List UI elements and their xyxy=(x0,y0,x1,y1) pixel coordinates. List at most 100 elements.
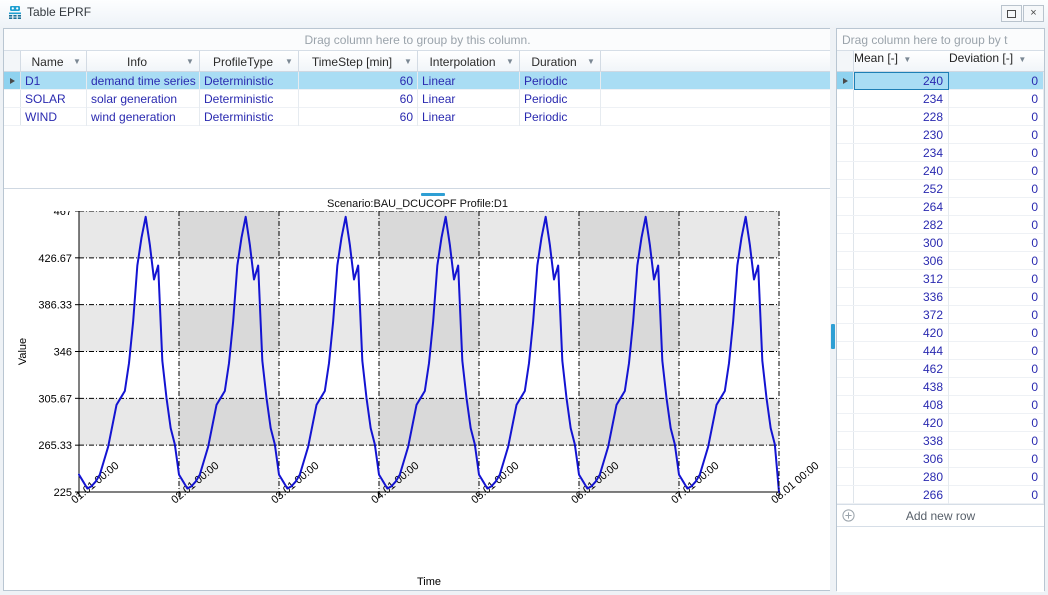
filter-icon[interactable]: ▼ xyxy=(586,57,596,66)
cell-deviation[interactable]: 0 xyxy=(949,216,1044,234)
cell-timestep[interactable]: 60 xyxy=(299,72,418,90)
cell-mean[interactable]: 306 xyxy=(854,450,949,468)
add-new-row-button[interactable]: Add new row xyxy=(837,504,1044,527)
cell-profiletype[interactable]: Deterministic xyxy=(200,90,299,108)
left-group-by-bar[interactable]: Drag column here to group by this column… xyxy=(4,29,831,51)
table-row[interactable]: 3060 xyxy=(837,252,1044,270)
table-row[interactable]: 4440 xyxy=(837,342,1044,360)
table-row[interactable]: 2520 xyxy=(837,180,1044,198)
table-row[interactable]: 2800 xyxy=(837,468,1044,486)
cell-deviation[interactable]: 0 xyxy=(949,108,1044,126)
cell-deviation[interactable]: 0 xyxy=(949,252,1044,270)
cell-deviation[interactable]: 0 xyxy=(949,162,1044,180)
table-row[interactable]: 2660 xyxy=(837,486,1044,504)
table-row[interactable]: 2300 xyxy=(837,126,1044,144)
cell-deviation[interactable]: 0 xyxy=(949,486,1044,504)
column-header-mean[interactable]: Mean [-] ▼ xyxy=(854,51,949,72)
table-row[interactable]: 3720 xyxy=(837,306,1044,324)
row-indicator[interactable] xyxy=(837,360,854,377)
cell-mean[interactable]: 266 xyxy=(854,486,949,504)
cell-mean[interactable]: 420 xyxy=(854,414,949,432)
row-indicator[interactable] xyxy=(837,432,854,449)
row-indicator[interactable] xyxy=(837,162,854,179)
row-indicator[interactable] xyxy=(837,234,854,251)
cell-deviation[interactable]: 0 xyxy=(949,270,1044,288)
table-row[interactable]: 4080 xyxy=(837,396,1044,414)
row-indicator[interactable] xyxy=(837,288,854,305)
cell-deviation[interactable]: 0 xyxy=(949,468,1044,486)
filter-icon[interactable]: ▼ xyxy=(1018,55,1026,64)
row-indicator[interactable] xyxy=(837,270,854,287)
cell-mean[interactable]: 240 xyxy=(854,162,949,180)
filter-icon[interactable]: ▼ xyxy=(185,57,195,66)
cell-mean[interactable]: 372 xyxy=(854,306,949,324)
cell-mean[interactable]: 234 xyxy=(854,90,949,108)
cell-deviation[interactable]: 0 xyxy=(949,396,1044,414)
cell-interpolation[interactable]: Linear xyxy=(418,72,520,90)
column-header-info[interactable]: Info ▼ xyxy=(87,51,200,72)
filter-icon[interactable]: ▼ xyxy=(403,57,413,66)
row-indicator[interactable] xyxy=(837,414,854,431)
cell-duration[interactable]: Periodic xyxy=(520,90,601,108)
cell-info[interactable]: wind generation xyxy=(87,108,200,126)
cell-deviation[interactable]: 0 xyxy=(949,180,1044,198)
cell-mean[interactable]: 264 xyxy=(854,198,949,216)
column-header-duration[interactable]: Duration ▼ xyxy=(520,51,601,72)
horizontal-splitter-handle[interactable] xyxy=(421,193,445,196)
row-indicator[interactable] xyxy=(837,468,854,485)
table-row[interactable]: 2340 xyxy=(837,90,1044,108)
row-indicator[interactable] xyxy=(837,72,854,89)
cell-deviation[interactable]: 0 xyxy=(949,288,1044,306)
cell-mean[interactable]: 312 xyxy=(854,270,949,288)
cell-name[interactable]: SOLAR xyxy=(21,90,87,108)
close-button[interactable]: × xyxy=(1023,5,1044,22)
row-indicator[interactable] xyxy=(837,450,854,467)
row-indicator[interactable] xyxy=(837,324,854,341)
table-row[interactable]: 4380 xyxy=(837,378,1044,396)
cell-mean[interactable]: 240 xyxy=(854,72,949,90)
row-indicator[interactable] xyxy=(837,108,854,125)
cell-interpolation[interactable]: Linear xyxy=(418,108,520,126)
row-indicator[interactable] xyxy=(837,306,854,323)
cell-name[interactable]: WIND xyxy=(21,108,87,126)
cell-mean[interactable]: 462 xyxy=(854,360,949,378)
row-indicator[interactable] xyxy=(837,144,854,161)
cell-info[interactable]: solar generation xyxy=(87,90,200,108)
cell-timestep[interactable]: 60 xyxy=(299,90,418,108)
table-row[interactable]: 2400 xyxy=(837,72,1044,90)
cell-mean[interactable]: 444 xyxy=(854,342,949,360)
table-row[interactable]: 2400 xyxy=(837,162,1044,180)
cell-duration[interactable]: Periodic xyxy=(520,108,601,126)
table-row[interactable]: 2640 xyxy=(837,198,1044,216)
table-row[interactable]: 4620 xyxy=(837,360,1044,378)
cell-deviation[interactable]: 0 xyxy=(949,414,1044,432)
cell-deviation[interactable]: 0 xyxy=(949,234,1044,252)
cell-deviation[interactable]: 0 xyxy=(949,432,1044,450)
row-indicator[interactable] xyxy=(4,72,21,89)
cell-duration[interactable]: Periodic xyxy=(520,72,601,90)
cell-deviation[interactable]: 0 xyxy=(949,378,1044,396)
cell-deviation[interactable]: 0 xyxy=(949,450,1044,468)
table-row[interactable]: SOLARsolar generationDeterministic60Line… xyxy=(4,90,831,108)
table-row[interactable]: 3120 xyxy=(837,270,1044,288)
filter-icon[interactable]: ▼ xyxy=(903,55,911,64)
filter-icon[interactable]: ▼ xyxy=(72,57,82,66)
cell-name[interactable]: D1 xyxy=(21,72,87,90)
cell-deviation[interactable]: 0 xyxy=(949,126,1044,144)
cell-mean[interactable]: 230 xyxy=(854,126,949,144)
cell-mean[interactable]: 234 xyxy=(854,144,949,162)
column-header-name[interactable]: Name ▼ xyxy=(21,51,87,72)
row-indicator[interactable] xyxy=(837,342,854,359)
filter-icon[interactable]: ▼ xyxy=(505,57,515,66)
cell-deviation[interactable]: 0 xyxy=(949,72,1044,90)
cell-mean[interactable]: 252 xyxy=(854,180,949,198)
cell-profiletype[interactable]: Deterministic xyxy=(200,108,299,126)
column-header-deviation[interactable]: Deviation [-] ▼ xyxy=(949,51,1044,72)
column-header-profiletype[interactable]: ProfileType ▼ xyxy=(200,51,299,72)
cell-mean[interactable]: 336 xyxy=(854,288,949,306)
cell-interpolation[interactable]: Linear xyxy=(418,90,520,108)
table-row[interactable]: WINDwind generationDeterministic60Linear… xyxy=(4,108,831,126)
cell-mean[interactable]: 408 xyxy=(854,396,949,414)
row-indicator[interactable] xyxy=(837,180,854,197)
cell-info[interactable]: demand time series xyxy=(87,72,200,90)
